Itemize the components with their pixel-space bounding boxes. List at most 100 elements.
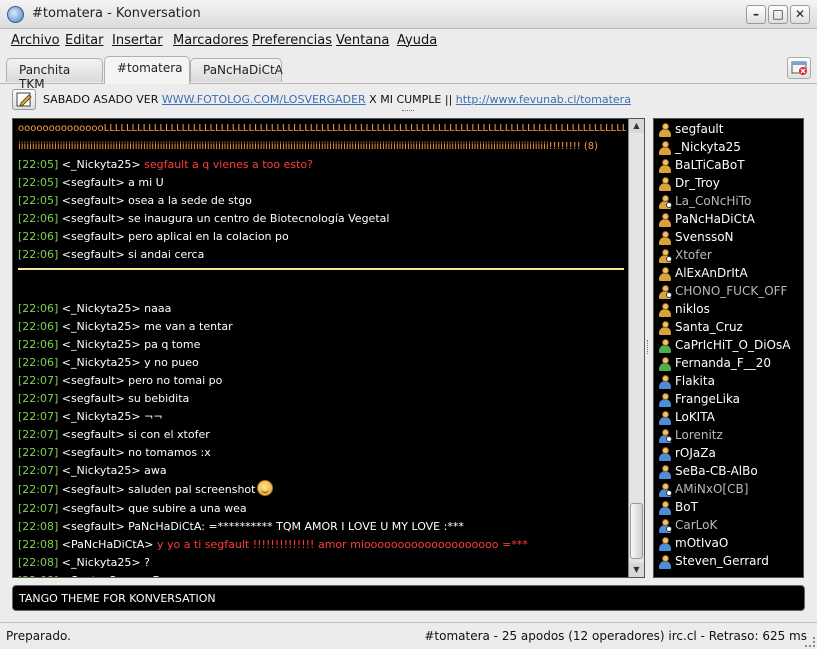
message-text: ¬¬ — [144, 410, 163, 423]
message-input[interactable]: TANGO THEME FOR KONVERSATION — [12, 585, 805, 611]
tab-tomatera[interactable]: #tomatera — [104, 56, 190, 84]
message-nick[interactable]: <segfault> — [62, 176, 125, 189]
user-icon — [659, 555, 671, 569]
minimize-button[interactable]: – — [746, 5, 766, 24]
nicklist-splitter[interactable] — [647, 340, 651, 354]
konversation-icon[interactable] — [7, 6, 24, 23]
message-nick[interactable]: <PaNcHaDiCtA> — [62, 538, 154, 551]
chat-view[interactable]: ooooooooooooooLLLLLLLLLLLLLLLLLLLLLLLLLL… — [12, 118, 645, 578]
nick-item[interactable]: Fernanda_F__20 — [657, 355, 802, 373]
chat-scrollbar[interactable]: ▲ ▼ — [628, 119, 644, 577]
edit-topic-button[interactable] — [12, 89, 36, 110]
chat-message: [22:05] <segfault> a mi U — [18, 174, 626, 192]
menu-insertar[interactable]: Insertar — [112, 33, 163, 48]
nick-item[interactable]: Lorenitz — [657, 427, 802, 445]
nick-item[interactable]: AMiNxO[CB] — [657, 481, 802, 499]
tab-panchadicta[interactable]: PaNcHaDiCtA — [190, 58, 283, 82]
nick-item[interactable]: PaNcHaDiCtA — [657, 211, 802, 229]
nick-item[interactable]: AlExAnDrItA — [657, 265, 802, 283]
nick-name: segfault — [675, 122, 724, 136]
menu-ventana[interactable]: Ventana — [336, 33, 389, 48]
scroll-up-arrow[interactable]: ▲ — [629, 119, 644, 133]
scroll-down-arrow[interactable]: ▼ — [629, 563, 644, 577]
nick-name: rOJaZa — [675, 446, 716, 460]
scroll-thumb[interactable] — [630, 503, 643, 559]
chat-message: [22:05] <segfault> osea a la sede de stg… — [18, 192, 626, 210]
maximize-button[interactable]: □ — [768, 5, 788, 24]
message-nick[interactable]: <_Nickyta25> — [62, 302, 141, 315]
nick-name: FrangeLika — [675, 392, 741, 406]
nick-item[interactable]: SeBa-CB-AlBo — [657, 463, 802, 481]
nick-item[interactable]: BaLTiCaBoT — [657, 157, 802, 175]
chat-message: [22:07] <_Nickyta25> ¬¬ — [18, 408, 626, 426]
nick-item[interactable]: rOJaZa — [657, 445, 802, 463]
nick-item[interactable]: SvenssoN — [657, 229, 802, 247]
nick-item[interactable]: Xtofer — [657, 247, 802, 265]
nick-item[interactable]: CHONO_FUCK_OFF — [657, 283, 802, 301]
away-indicator — [666, 292, 672, 298]
message-nick[interactable]: <segfault> — [62, 194, 125, 207]
nick-item[interactable]: Steven_Gerrard — [657, 553, 802, 571]
chat-message: [22:08] <segfault> PaNcHaDiCtA: =*******… — [18, 518, 626, 536]
nick-item[interactable]: FrangeLika — [657, 391, 802, 409]
message-nick[interactable]: <_Nickyta25> — [62, 356, 141, 369]
topic-splitter-grip[interactable] — [402, 110, 414, 113]
topic-link-fevunab[interactable]: http://www.fevunab.cl/tomatera — [456, 93, 631, 106]
nick-item[interactable]: CarLoK — [657, 517, 802, 535]
message-nick[interactable]: <segfault> — [62, 446, 125, 459]
nick-item[interactable]: mOtIvaO — [657, 535, 802, 553]
message-text: y no pueo — [144, 356, 199, 369]
nick-item[interactable]: segfault — [657, 121, 802, 139]
message-nick[interactable]: <segfault> — [62, 520, 125, 533]
nick-item[interactable]: La_CoNcHiTo — [657, 193, 802, 211]
message-text: xD — [146, 574, 161, 577]
message-nick[interactable]: <segfault> — [62, 212, 125, 225]
menu-ayuda[interactable]: Ayuda — [397, 33, 437, 48]
nick-item[interactable]: Santa_Cruz — [657, 319, 802, 337]
nick-item[interactable]: CaPrIcHiT_O_DiOsA — [657, 337, 802, 355]
smiley-icon — [257, 480, 274, 496]
resize-grip[interactable] — [805, 637, 815, 647]
message-nick[interactable]: <segfault> — [62, 230, 125, 243]
nick-item[interactable]: niklos — [657, 301, 802, 319]
message-nick[interactable]: <Santa_Cruz> — [62, 574, 143, 577]
message-nick[interactable]: <segfault> — [62, 428, 125, 441]
message-timestamp: [22:07] — [18, 502, 59, 515]
message-nick[interactable]: <segfault> — [62, 502, 125, 515]
close-button[interactable]: ✕ — [790, 5, 810, 24]
nick-item[interactable]: Dr_Troy — [657, 175, 802, 193]
nick-item[interactable]: BoT — [657, 499, 802, 517]
menu-marcadores[interactable]: Marcadores — [173, 33, 248, 48]
menu-preferencias[interactable]: Preferencias — [252, 33, 332, 48]
nick-name: AlExAnDrItA — [675, 266, 748, 280]
message-nick[interactable]: <_Nickyta25> — [62, 556, 141, 569]
menu-archivo[interactable]: Archivo — [11, 33, 60, 48]
status-bar: Preparado. #tomatera - 25 apodos (12 ope… — [0, 622, 817, 649]
away-indicator — [666, 490, 672, 496]
message-nick[interactable]: <segfault> — [62, 392, 125, 405]
nick-item[interactable]: _Nickyta25 — [657, 139, 802, 157]
tab-panchita-tkm[interactable]: Panchita TKM — [6, 58, 103, 91]
message-nick[interactable]: <segfault> — [62, 374, 125, 387]
message-text: saluden pal screenshot — [128, 483, 256, 496]
close-tab-button[interactable] — [787, 57, 811, 79]
nick-item[interactable]: LoKITA — [657, 409, 802, 427]
message-nick[interactable]: <segfault> — [62, 248, 125, 261]
message-text: pa q tome — [144, 338, 201, 351]
nick-item[interactable]: Flakita — [657, 373, 802, 391]
user-icon — [659, 303, 671, 317]
status-message: Preparado. — [6, 629, 71, 643]
chat-lines: ooooooooooooooLLLLLLLLLLLLLLLLLLLLLLLLLL… — [18, 120, 626, 577]
message-nick[interactable]: <_Nickyta25> — [62, 338, 141, 351]
message-nick[interactable]: <_Nickyta25> — [62, 464, 141, 477]
user-icon — [659, 375, 671, 389]
menu-editar[interactable]: Editar — [65, 33, 104, 48]
topic-link-fotolog[interactable]: WWW.FOTOLOG.COM/LOSVERGADER — [162, 93, 366, 106]
away-indicator — [666, 526, 672, 532]
nick-list[interactable]: segfault _Nickyta25 BaLTiCaBoT Dr_Troy La_Co… — [653, 118, 804, 578]
nick-name: SeBa-CB-AlBo — [675, 464, 758, 478]
message-nick[interactable]: <segfault> — [62, 483, 125, 496]
message-nick[interactable]: <_Nickyta25> — [62, 410, 141, 423]
message-nick[interactable]: <_Nickyta25> — [62, 158, 141, 171]
message-nick[interactable]: <_Nickyta25> — [62, 320, 141, 333]
